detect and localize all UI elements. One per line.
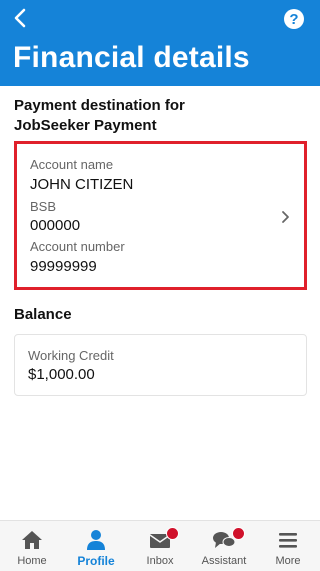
hamburger-icon xyxy=(275,529,301,551)
help-button[interactable]: ? xyxy=(284,9,304,29)
page-title: Financial details xyxy=(13,41,250,74)
balance-card: Working Credit $1,000.00 xyxy=(14,334,307,396)
payment-destination-card[interactable]: Account name JOHN CITIZEN BSB 000000 Acc… xyxy=(14,141,307,290)
tab-inbox[interactable]: Inbox xyxy=(128,521,192,571)
back-button[interactable] xyxy=(8,6,32,30)
inbox-notification-badge xyxy=(166,527,179,540)
tab-label-profile: Profile xyxy=(77,554,115,568)
tab-label-home: Home xyxy=(17,555,47,567)
account-name-label: Account name xyxy=(30,157,114,172)
chevron-left-icon xyxy=(14,8,26,28)
bottom-tab-bar: Home Profile Inbox Assistant More xyxy=(0,520,320,571)
tab-profile[interactable]: Profile xyxy=(64,521,128,571)
working-credit-label: Working Credit xyxy=(28,348,114,363)
account-number-value: 99999999 xyxy=(30,258,97,275)
tab-more[interactable]: More xyxy=(256,521,320,571)
home-icon xyxy=(19,529,45,551)
bsb-value: 000000 xyxy=(30,217,81,234)
tab-home[interactable]: Home xyxy=(0,521,64,571)
working-credit-value: $1,000.00 xyxy=(28,366,95,383)
tab-label-assistant: Assistant xyxy=(201,555,247,567)
account-name-value: JOHN CITIZEN xyxy=(30,176,134,193)
app-header: ? Financial details xyxy=(0,0,320,86)
question-mark-icon: ? xyxy=(289,10,299,28)
payment-destination-heading: Payment destination for JobSeeker Paymen… xyxy=(14,97,185,134)
person-icon xyxy=(83,529,109,551)
tab-label-inbox: Inbox xyxy=(146,555,174,567)
tab-label-more: More xyxy=(275,555,301,567)
bsb-label: BSB xyxy=(30,199,57,214)
account-number-label: Account number xyxy=(30,239,125,254)
assistant-notification-badge xyxy=(232,527,245,540)
chevron-right-icon xyxy=(282,211,289,223)
tab-assistant[interactable]: Assistant xyxy=(192,521,256,571)
balance-heading: Balance xyxy=(14,306,72,323)
